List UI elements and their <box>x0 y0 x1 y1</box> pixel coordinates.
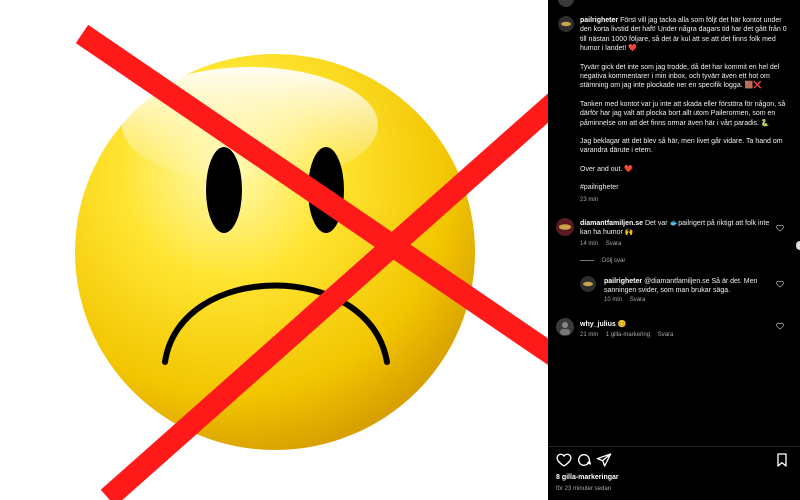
caption-hashtag[interactable]: #pailrigheter <box>580 183 788 192</box>
comment-1-reply-button[interactable]: Svara <box>606 241 622 247</box>
comment-3-reply-button[interactable]: Svara <box>658 332 674 338</box>
scroll-edge-indicator <box>796 241 800 250</box>
comment-3-likes[interactable]: 1 gilla-markering <box>606 332 650 338</box>
heart-icon[interactable] <box>776 224 784 232</box>
comments-panel: pailrigheter Först vill jag tacka alla s… <box>548 0 800 500</box>
post-image <box>0 0 548 500</box>
comment-avatar-diamantfamiljen[interactable] <box>556 218 574 236</box>
comment-3-text: why_julius 😊 <box>580 320 770 329</box>
comment-2-username[interactable]: pailrigheter <box>604 278 642 285</box>
post-header <box>548 0 800 7</box>
author-avatar[interactable] <box>558 0 574 7</box>
hide-replies-label: Dölj svar <box>602 258 626 264</box>
comment-3-time: 21 min <box>580 332 599 338</box>
comment-3-meta: 21 min 1 gilla-markering Svara <box>580 332 679 338</box>
sad-face-image <box>75 24 548 500</box>
left-eye <box>206 147 242 233</box>
caption-paragraph-5: Over and out. ❤️ <box>580 165 634 173</box>
comment-2-time: 10 min <box>604 297 623 303</box>
comment-icon[interactable] <box>576 452 592 468</box>
post-date: för 23 minuter sedan <box>556 486 612 492</box>
caption: pailrigheter Först vill jag tacka alla s… <box>580 16 788 205</box>
caption-paragraph-3: Tanken med kontot var ju inte att skada … <box>580 100 786 127</box>
heart-icon[interactable] <box>556 452 572 468</box>
comment-2-meta: 10 min Svara <box>604 297 651 303</box>
comment-2-text: pailrigheter @diamantfamiljen.se Så är d… <box>604 277 768 296</box>
heart-icon[interactable] <box>776 280 784 288</box>
comment-1-time: 14 min <box>580 241 599 247</box>
heart-icon[interactable] <box>776 322 784 330</box>
like-count[interactable]: 8 gilla-markeringar <box>556 474 619 481</box>
reply-avatar-pailrigheter[interactable] <box>580 276 596 292</box>
save-icon[interactable] <box>774 452 790 468</box>
comment-2-reply-button[interactable]: Svara <box>630 297 646 303</box>
caption-paragraph-2: Tyvärr gick det inte som jag trodde, då … <box>580 63 780 90</box>
caption-avatar[interactable] <box>558 16 574 32</box>
comment-1-username[interactable]: diamantfamiljen.se <box>580 220 643 227</box>
comment-3-username[interactable]: why_julius <box>580 321 616 328</box>
comment-3-body: 😊 <box>617 321 627 328</box>
hide-replies-toggle[interactable]: Dölj svar <box>580 258 625 264</box>
action-bar <box>556 452 792 470</box>
footer-divider <box>548 446 800 447</box>
caption-username[interactable]: pailrigheter <box>580 17 618 24</box>
caption-paragraph-4: Jag beklagar att det blev så här, men li… <box>580 138 783 155</box>
comment-avatar-why-julius[interactable] <box>556 318 574 336</box>
share-icon[interactable] <box>596 452 612 468</box>
caption-time: 23 min <box>580 196 599 203</box>
comment-1-text: diamantfamiljen.se Det var 🐟pailrigert p… <box>580 219 770 238</box>
comment-1-meta: 14 min Svara <box>580 241 627 247</box>
